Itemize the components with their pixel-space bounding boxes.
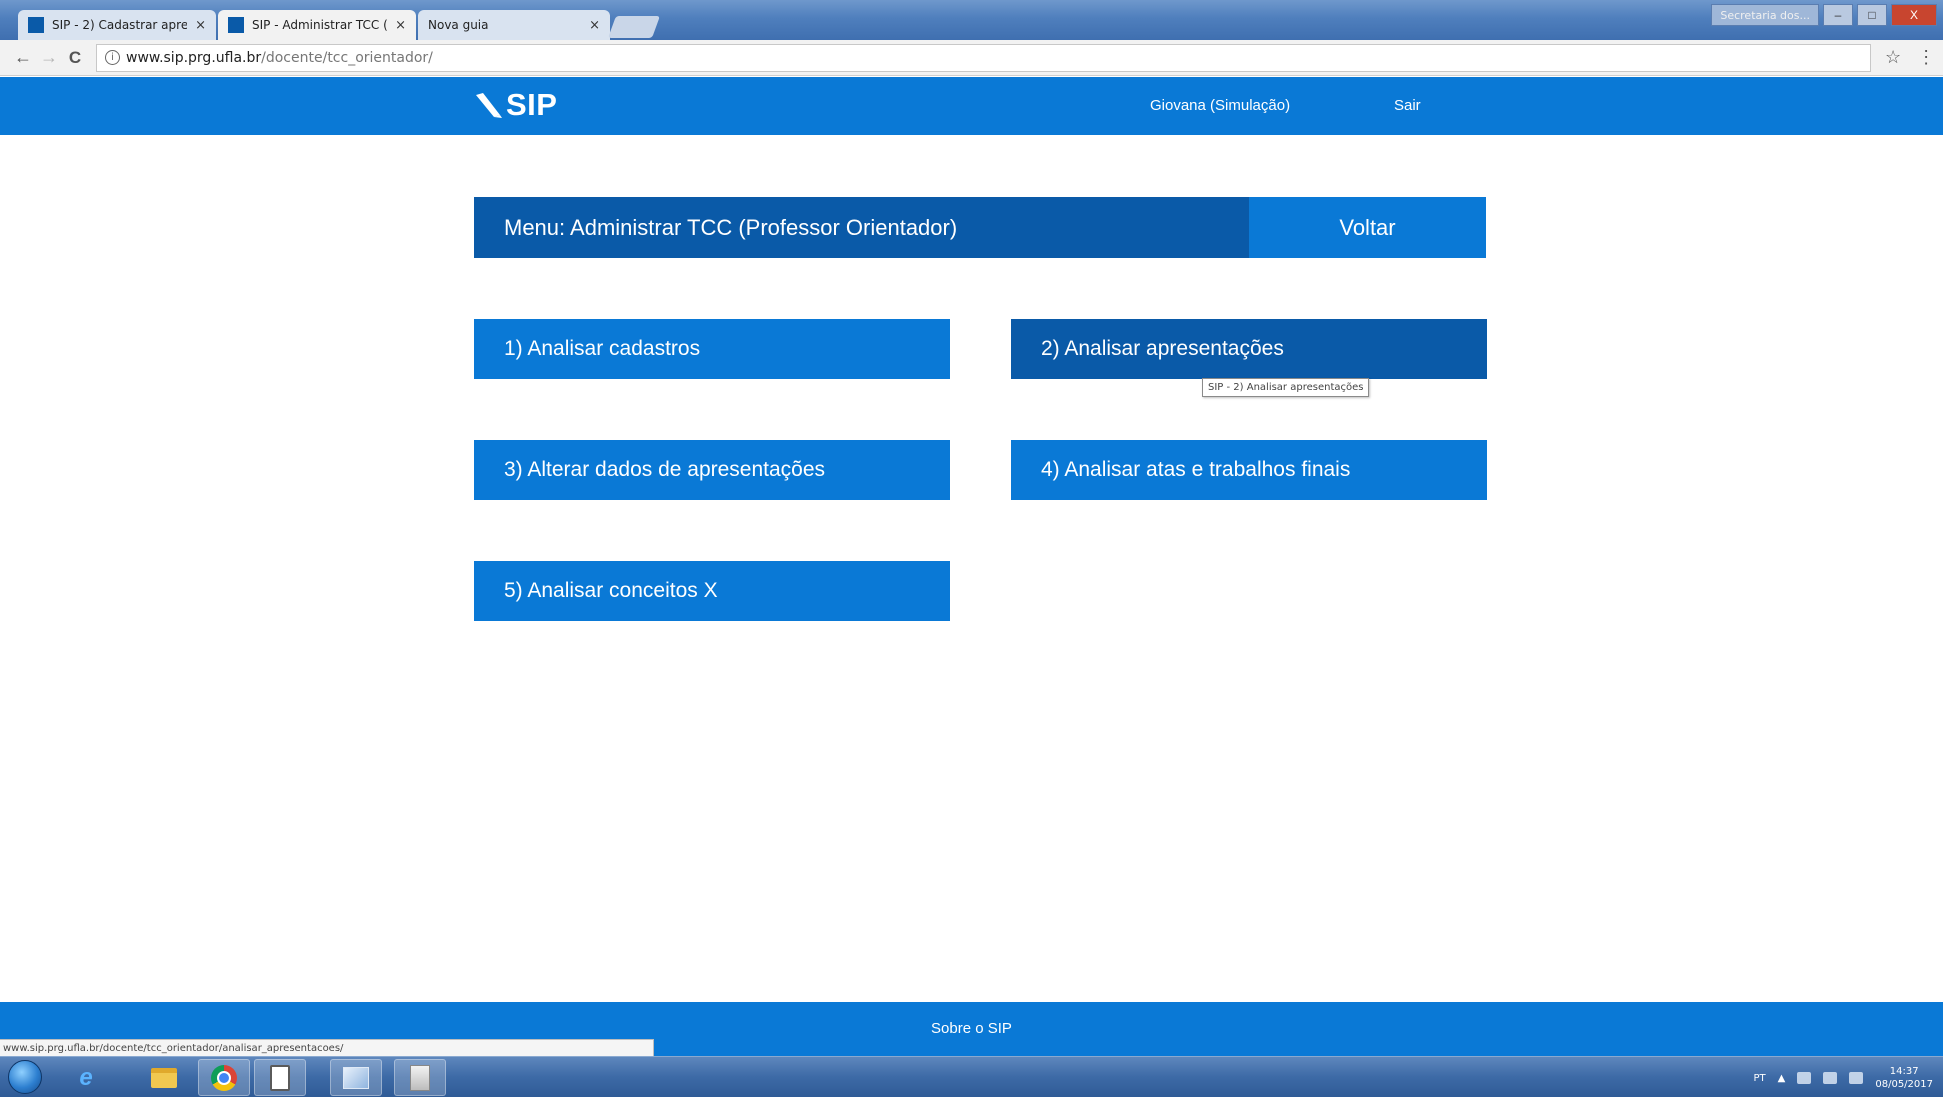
browser-toolbar: ← → C i www.sip.prg.ufla.br/docente/tcc_… [0,40,1943,76]
user-name-link[interactable]: Giovana (Simulação) [1150,97,1290,114]
sobre-sip-link[interactable]: Sobre o SIP [0,1020,1943,1037]
tray-expand-icon[interactable]: ▲ [1778,1073,1786,1084]
site-header: SIP Giovana (Simulação) Sair [0,77,1943,135]
internet-explorer-icon: e [79,1063,93,1091]
link-tooltip: SIP - 2) Analisar apresentações [1202,378,1370,397]
analisar-cadastros-button[interactable]: 1) Analisar cadastros [474,319,950,379]
analisar-conceitos-x-button[interactable]: 5) Analisar conceitos X [474,561,950,621]
logout-link[interactable]: Sair [1394,97,1421,114]
language-indicator[interactable]: PT [1754,1073,1766,1084]
back-button[interactable]: Voltar [1249,197,1486,258]
paint-taskbar-button[interactable] [330,1059,382,1096]
chrome-taskbar-button[interactable] [198,1059,250,1096]
tab-cadastrar-apresentacoes[interactable]: SIP - 2) Cadastrar aprese × [18,10,216,40]
volume-icon[interactable] [1849,1072,1864,1084]
system-clock[interactable]: 14:37 08/05/2017 [1875,1065,1933,1091]
star-icon[interactable]: ☆ [1885,47,1901,68]
network-icon[interactable] [1823,1072,1838,1084]
browser-titlebar: SIP - 2) Cadastrar aprese × SIP - Admini… [0,0,1943,40]
internet-explorer-taskbar-button[interactable]: e [60,1059,112,1096]
kebab-menu-icon[interactable]: ⋮ [1917,47,1935,68]
page-title: Menu: Administrar TCC (Professor Orienta… [474,197,1249,258]
window-controls: Secretaria dos... – □ X [1711,4,1937,26]
sip-logo[interactable]: SIP [474,85,557,125]
address-bar[interactable]: i www.sip.prg.ufla.br/docente/tcc_orient… [96,43,1871,72]
analisar-atas-trabalhos-button[interactable]: 4) Analisar atas e trabalhos finais [1011,440,1487,500]
reload-icon[interactable]: C [62,45,88,71]
app-taskbar-button[interactable] [394,1059,446,1096]
clock-date: 08/05/2017 [1875,1079,1933,1090]
maximize-button[interactable]: □ [1857,4,1887,26]
alterar-dados-apresentacoes-button[interactable]: 3) Alterar dados de apresentações [474,440,950,500]
tab-label: SIP - 2) Cadastrar aprese [52,18,188,32]
info-icon[interactable]: i [105,50,120,65]
arrow-left-icon[interactable]: ← [10,45,36,71]
action-center-flag-icon[interactable] [1797,1072,1812,1084]
paint-icon [343,1066,369,1089]
sip-favicon-icon [228,17,244,33]
clock-time: 14:37 [1889,1066,1919,1077]
analisar-apresentacoes-button[interactable]: 2) Analisar apresentações [1011,319,1487,379]
folder-icon [151,1067,177,1088]
logo-text: SIP [506,87,558,122]
new-tab-button[interactable] [607,16,661,38]
tab-nova-guia[interactable]: Nova guia × [418,10,610,40]
tab-close-icon[interactable]: × [589,18,600,33]
menu-header: Menu: Administrar TCC (Professor Orienta… [474,197,1486,258]
chrome-icon [211,1064,237,1091]
start-button[interactable] [8,1060,42,1094]
explorer-taskbar-button[interactable] [138,1059,190,1096]
sip-favicon-icon [28,17,44,33]
close-window-button[interactable]: X [1891,4,1937,26]
profile-button[interactable]: Secretaria dos... [1711,4,1819,26]
system-tray: PT ▲ 14:37 08/05/2017 [1754,1065,1933,1091]
tab-administrar-tcc[interactable]: SIP - Administrar TCC (Pr × [218,10,416,40]
pencil-icon [476,93,502,118]
tab-close-icon[interactable]: × [395,18,406,33]
application-icon [410,1064,430,1091]
url-path: /docente/tcc_orientador/ [261,49,433,66]
minimize-button[interactable]: – [1823,4,1853,26]
url-host: www.sip.prg.ufla.br [126,49,262,66]
windows-taskbar: e PT ▲ 14:37 08/05/2017 [0,1056,1943,1097]
browser-status-bar: www.sip.prg.ufla.br/docente/tcc_orientad… [0,1039,654,1057]
document-icon [270,1064,290,1091]
tab-close-icon[interactable]: × [195,18,206,33]
tab-label: SIP - Administrar TCC (Pr [252,18,388,32]
tab-label: Nova guia [428,18,489,32]
url-text: www.sip.prg.ufla.br/docente/tcc_orientad… [126,50,433,66]
arrow-right-icon[interactable]: → [36,45,62,71]
document-taskbar-button[interactable] [254,1059,306,1096]
